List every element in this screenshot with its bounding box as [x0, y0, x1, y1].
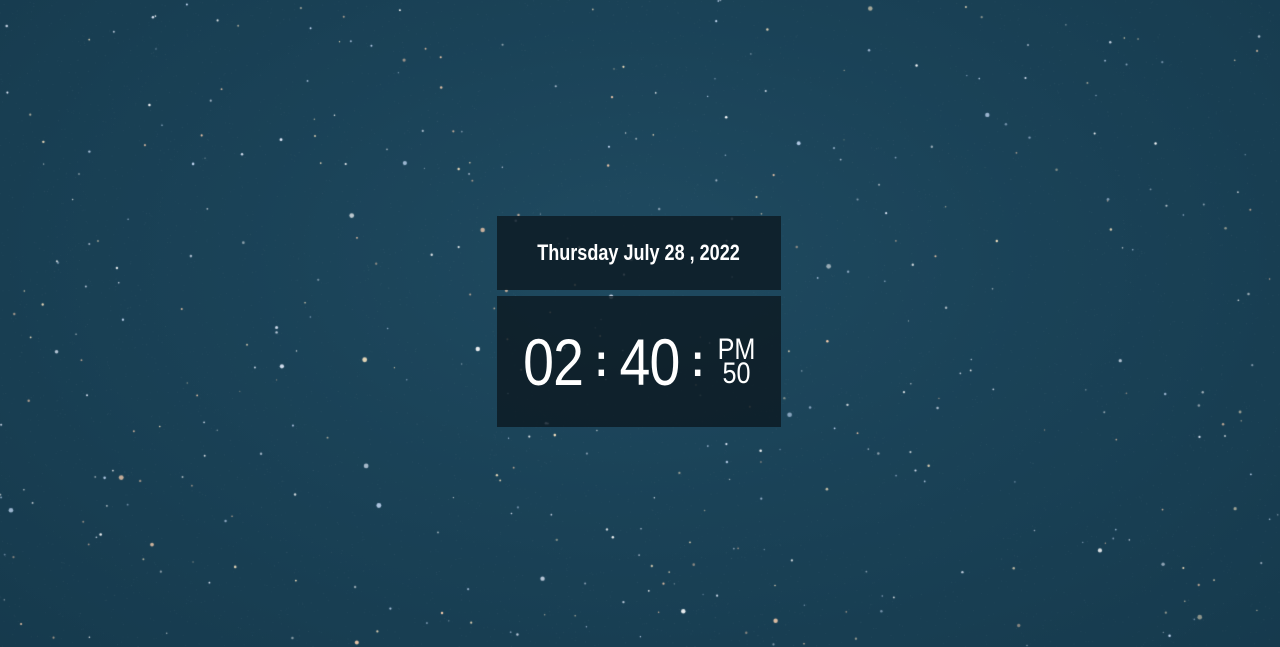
hours: 02	[522, 324, 584, 399]
time-panel: 02 : 40 : PM 50	[497, 296, 781, 427]
time-separator: :	[691, 333, 704, 386]
time-display: 02 : 40 : PM 50	[523, 329, 755, 395]
time-separator: :	[594, 333, 608, 386]
minutes: 40	[619, 324, 680, 399]
seconds: 50	[722, 356, 751, 390]
meridiem-seconds: PM 50	[717, 334, 755, 390]
date-text: Thursday July 28 , 2022	[537, 240, 741, 265]
clock-widget: Thursday July 28 , 2022 02 : 40 : PM 50	[497, 216, 781, 427]
date-panel: Thursday July 28 , 2022	[497, 216, 781, 290]
